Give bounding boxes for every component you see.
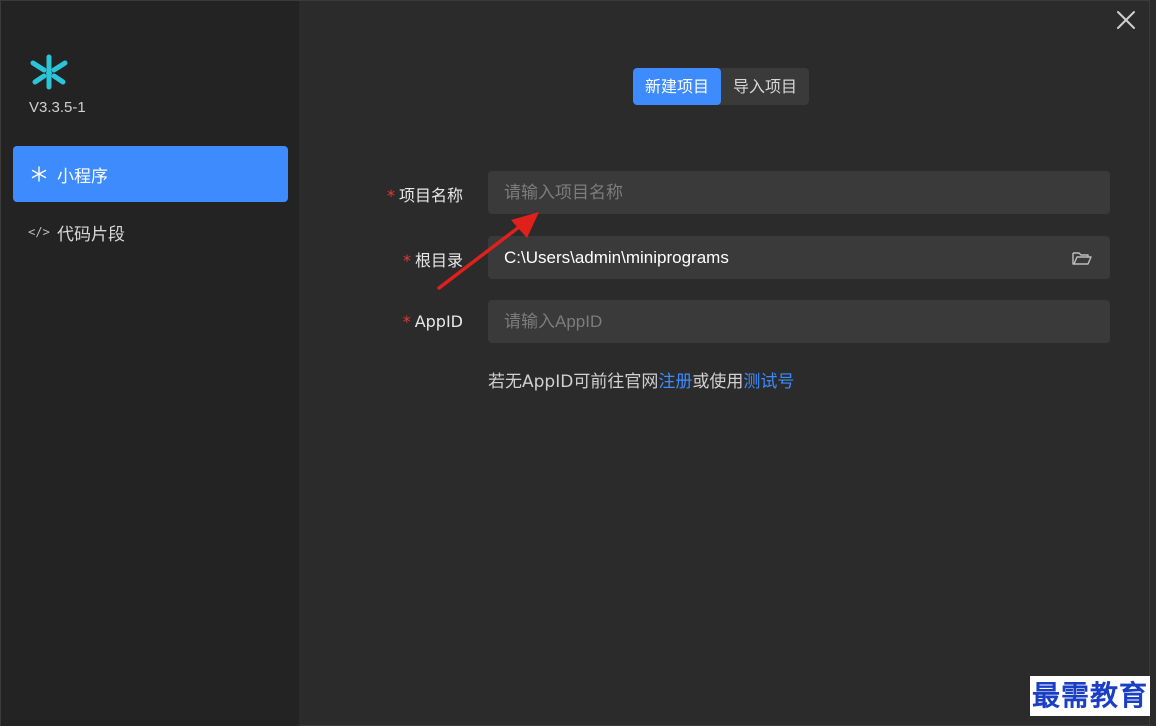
register-link[interactable]: 注册: [658, 372, 692, 392]
sidebar-item-code-snippet[interactable]: </> 代码片段: [13, 204, 288, 260]
hint-prefix: 若无AppID可前往官网: [488, 372, 659, 392]
appid-hint: 若无AppID可前往官网注册或使用测试号: [488, 367, 794, 392]
sidebar-item-label: 代码片段: [57, 224, 125, 245]
annotation-arrow-icon: [437, 212, 539, 290]
project-name-input[interactable]: [488, 171, 1110, 214]
project-mode-tabs: 新建项目 导入项目: [633, 68, 810, 105]
tab-new-project[interactable]: 新建项目: [633, 68, 722, 105]
sidebar-item-label: 小程序: [57, 166, 108, 187]
watermark: 最需教育: [1030, 676, 1151, 716]
miniprogram-icon: [29, 164, 49, 184]
app-logo-icon: [30, 54, 68, 90]
code-icon: </>: [28, 225, 50, 239]
required-mark: *: [402, 312, 411, 331]
sidebar: V3.3.5-1 小程序 </> 代码片段: [1, 1, 299, 726]
folder-open-icon[interactable]: [1071, 248, 1093, 268]
tab-import-project[interactable]: 导入项目: [721, 68, 809, 105]
appid-input[interactable]: [488, 300, 1110, 343]
project-name-label-text: 项目名称: [398, 186, 463, 205]
appid-label: * AppID: [343, 312, 463, 331]
hint-middle: 或使用: [692, 372, 744, 392]
test-account-link[interactable]: 测试号: [743, 372, 794, 392]
create-project-window: V3.3.5-1 小程序 </> 代码片段 新建项目 导入项目 * 项目名称 请…: [0, 0, 1150, 726]
appid-label-text: AppID: [414, 312, 463, 331]
root-dir-input[interactable]: [488, 236, 1110, 279]
sidebar-item-miniprogram[interactable]: 小程序: [13, 146, 288, 202]
project-name-label: * 项目名称: [343, 182, 463, 206]
required-mark: *: [402, 251, 411, 270]
close-icon[interactable]: [1115, 9, 1137, 31]
required-mark: *: [386, 186, 395, 205]
app-version: V3.3.5-1: [29, 99, 86, 116]
